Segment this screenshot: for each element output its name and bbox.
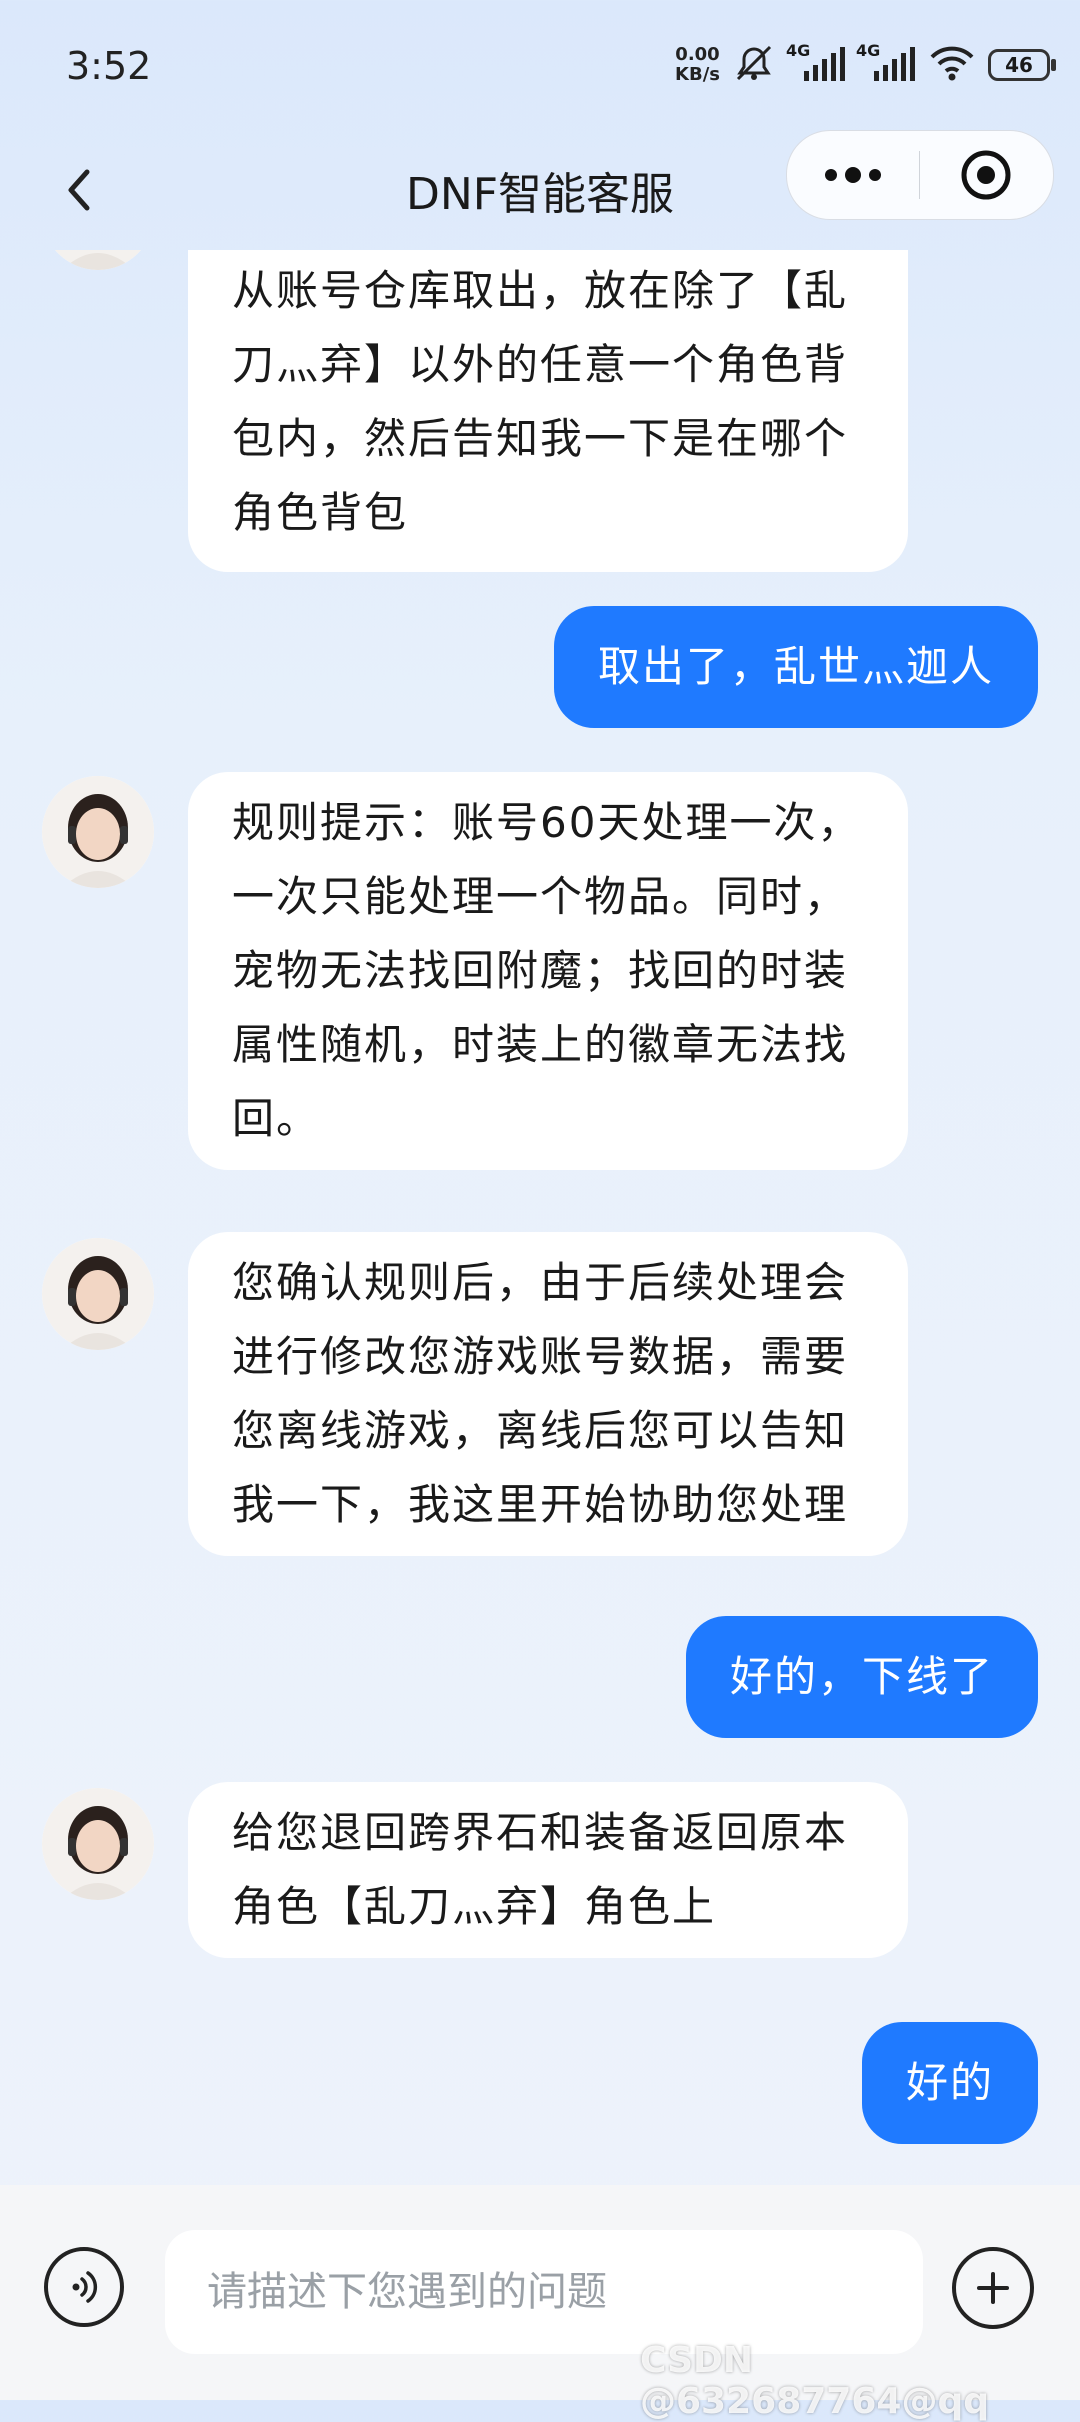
message-bubble-agent: 您确认规则后，由于后续处理会进行修改您游戏账号数据，需要您离线游戏，离线后您可以…	[188, 1232, 908, 1556]
chat-list[interactable]: 从账号仓库取出，放在除了【乱刀灬弃】以外的任意一个角色背包内，然后告知我一下是在…	[0, 250, 1080, 2185]
agent-avatar-icon	[42, 776, 154, 888]
miniprogram-capsule	[786, 130, 1054, 220]
more-dots-icon	[825, 167, 881, 183]
message-bubble-user: 好的，下线了	[685, 1616, 1038, 1738]
agent-avatar-icon	[42, 250, 154, 270]
more-actions-button[interactable]	[952, 2247, 1034, 2329]
message-input[interactable]	[165, 2230, 923, 2354]
net-speed-unit: KB/s	[675, 64, 720, 85]
agent-avatar-icon	[42, 1238, 154, 1350]
battery-indicator: 46	[988, 49, 1056, 81]
message-bubble-agent: 规则提示：账号60天处理一次，一次只能处理一个物品。同时，宠物无法找回附魔；找回…	[188, 772, 908, 1170]
message-bubble-agent: 从账号仓库取出，放在除了【乱刀灬弃】以外的任意一个角色背包内，然后告知我一下是在…	[188, 250, 908, 572]
message-bubble-user: 取出了，乱世灬迦人	[553, 606, 1038, 728]
voice-icon	[72, 2271, 98, 2303]
close-miniprogram-button[interactable]	[920, 131, 1052, 219]
message-bubble-user: 好的	[861, 2022, 1038, 2144]
message-bubble-agent: 给您退回跨界石和装备返回原本角色【乱刀灬弃】角色上	[188, 1782, 908, 1958]
net-speed: 0.00 KB/s	[675, 45, 720, 85]
status-time: 3:52	[66, 44, 152, 88]
watermark: CSDN @632687764@qq	[640, 2340, 989, 2422]
net-speed-value: 0.00	[675, 44, 720, 65]
wifi-icon	[928, 43, 976, 87]
nav-bar: DNF智能客服	[0, 130, 1080, 250]
alarm-off-icon	[732, 43, 776, 87]
status-icons: 0.00 KB/s 4G 4G 46	[675, 40, 1056, 90]
agent-avatar-icon	[42, 1788, 154, 1900]
agent-avatar	[42, 1238, 154, 1350]
status-bar: 3:52 0.00 KB/s 4G 4G 46	[0, 0, 1080, 130]
signal-icon-2: 4G	[856, 41, 916, 85]
signal-icon-1: 4G	[786, 41, 846, 85]
more-button[interactable]	[787, 131, 919, 219]
agent-avatar	[42, 1788, 154, 1900]
plus-icon	[977, 2272, 1009, 2304]
voice-input-button[interactable]	[44, 2247, 124, 2327]
agent-avatar	[42, 250, 154, 270]
agent-avatar	[42, 776, 154, 888]
target-close-icon	[961, 150, 1011, 200]
